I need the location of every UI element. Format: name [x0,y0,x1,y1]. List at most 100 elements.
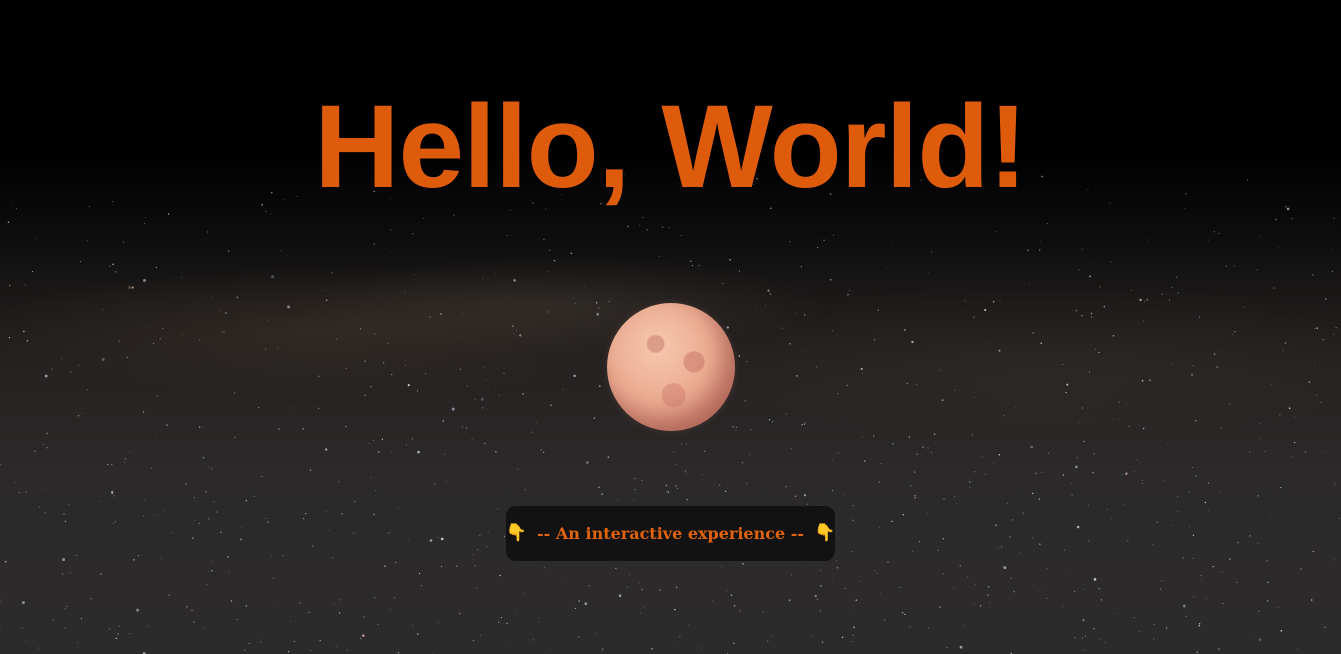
star [25,640,27,642]
star [102,309,104,310]
star [1062,363,1064,366]
star [918,541,921,543]
star [1216,366,1219,368]
star [1062,606,1064,607]
star [908,436,911,438]
star [513,332,515,334]
star [1089,275,1091,278]
star [1066,383,1069,386]
star [1099,286,1101,288]
star [790,574,792,576]
star [852,505,854,507]
star [219,309,221,311]
star [62,558,66,562]
star [931,452,933,454]
star [132,558,135,561]
interactive-experience-button[interactable]: 👇 -- An interactive experience -- 👇 [506,506,835,561]
star [634,477,636,480]
star [1172,525,1174,527]
star [346,649,348,651]
star [1141,380,1144,382]
star [1121,474,1123,476]
star [1161,293,1163,295]
star [602,648,604,650]
star [375,490,377,492]
star [1259,437,1261,439]
star [860,367,863,370]
star [25,491,27,493]
star [575,302,577,304]
planet-sphere[interactable] [607,303,735,431]
star [1138,631,1140,633]
star [1195,475,1197,477]
star [63,513,65,515]
star [486,546,488,548]
star [270,213,272,215]
star [642,216,644,219]
star [806,503,808,505]
star [353,532,355,534]
star [272,577,274,579]
star [86,240,89,242]
star [420,585,422,587]
star [839,547,841,549]
star [9,284,11,287]
star [1083,440,1085,443]
star [498,621,500,623]
star [51,368,53,370]
star [543,238,545,241]
star [1038,498,1041,500]
star [756,305,758,307]
star [766,640,769,642]
star [1104,641,1106,644]
star [674,641,675,642]
star [198,338,201,341]
star [821,641,824,643]
star [253,495,255,497]
star [1153,638,1155,640]
star [787,250,788,252]
star [1312,274,1314,276]
star [441,565,443,568]
star [234,436,236,438]
star [111,464,113,466]
star [278,428,280,430]
star [244,649,246,651]
star [730,594,733,596]
star [969,481,971,483]
star [151,467,153,470]
star [1149,379,1151,381]
star [578,600,580,602]
star [38,506,40,508]
star [482,277,484,279]
star [411,438,414,440]
star [1168,299,1170,301]
star [444,453,446,455]
star [331,272,333,274]
space-background: Hello, World! 👇 -- An interactive experi… [0,0,1341,654]
star [939,606,941,608]
star [1094,444,1095,446]
star [883,619,886,621]
star [1176,496,1179,498]
star [207,466,209,468]
star [540,449,542,451]
star [852,634,854,637]
star [440,537,444,541]
star [1256,269,1258,271]
star [360,638,362,640]
star [542,451,545,454]
star [171,532,172,534]
star [429,539,433,542]
star [1139,461,1141,463]
star [1208,239,1210,241]
star [953,495,956,498]
star [425,372,427,375]
star [641,479,643,481]
star [1000,546,1003,548]
star [64,627,66,629]
star [726,326,729,329]
star [831,581,833,583]
star [338,480,340,483]
star [523,591,525,593]
